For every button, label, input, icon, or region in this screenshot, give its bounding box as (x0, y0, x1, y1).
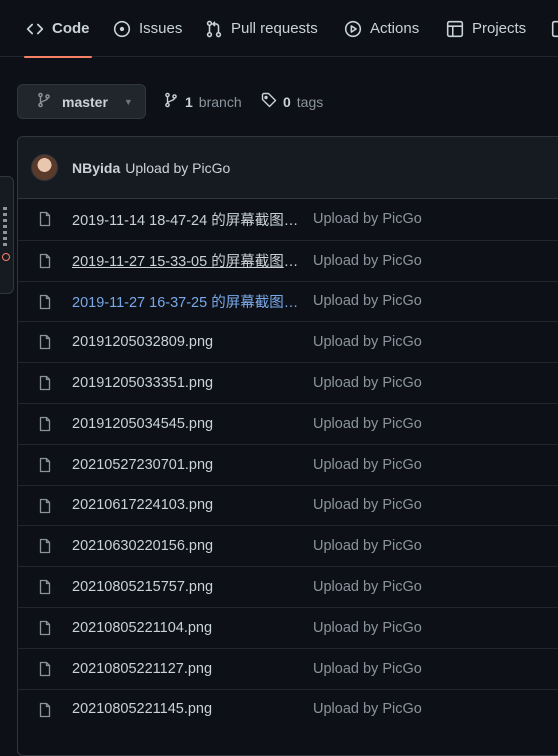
file-row[interactable]: 20210630220156.png Upload by PicGo (18, 525, 558, 566)
tag-label: tags (296, 93, 324, 110)
file-row[interactable]: 20210527230701.png Upload by PicGo (18, 443, 558, 485)
tags-link[interactable]: 0 tags (261, 84, 323, 119)
file-name-link[interactable]: 2019-11-27 15-33-05 的屏幕截图.png (72, 250, 300, 271)
tag-count: 0 (283, 93, 291, 110)
tab-code[interactable]: Code (24, 0, 91, 58)
file-name-link[interactable]: 2019-11-27 16-37-25 的屏幕截图.png (72, 291, 300, 312)
grip-icon (3, 207, 7, 247)
file-name-link[interactable]: 20210527230701.png (72, 457, 300, 473)
git-branch-icon (36, 92, 52, 111)
file-name-link[interactable]: 20210617224103.png (72, 497, 300, 513)
tab-actions[interactable]: Actions (344, 0, 419, 57)
git-pull-request-icon (205, 20, 223, 38)
file-name-link[interactable]: 20210805215757.png (72, 579, 300, 595)
branch-select-button[interactable]: master ▼ (17, 84, 146, 119)
file-row[interactable]: 20191205032809.png Upload by PicGo (18, 321, 558, 362)
tab-projects[interactable]: Projects (446, 0, 526, 57)
file-row[interactable]: 20191205033351.png Upload by PicGo (18, 362, 558, 403)
file-icon (37, 375, 53, 391)
file-commit-message-link[interactable]: Upload by PicGo (313, 211, 422, 227)
file-icon (37, 498, 53, 514)
branch-label: branch (198, 93, 242, 110)
tab-label: Projects (472, 20, 527, 37)
file-name-link[interactable]: 2019-11-14 18-47-24 的屏幕截图.png (72, 209, 300, 230)
file-name-link[interactable]: 20210630220156.png (72, 538, 300, 554)
file-name-link[interactable]: 20210805221104.png (72, 620, 300, 636)
branches-link[interactable]: 1 branch (163, 84, 242, 119)
file-icon (37, 661, 53, 677)
file-row[interactable]: 2019-11-27 15-33-05 的屏幕截图.png Upload by P… (18, 239, 558, 281)
file-name-link[interactable]: 20210805221145.png (72, 701, 300, 717)
tab-label: Pull requests (231, 20, 318, 37)
file-commit-message-link[interactable]: Upload by PicGo (313, 375, 422, 391)
file-commit-message-link[interactable]: Upload by PicGo (313, 538, 422, 554)
file-browser: NByida Upload by PicGo 2019-11-14 18-47-… (17, 136, 558, 756)
file-row[interactable]: 20210805221104.png Upload by PicGo (18, 606, 558, 648)
file-commit-message-link[interactable]: Upload by PicGo (313, 416, 422, 432)
file-commit-message-link[interactable]: Upload by PicGo (313, 293, 422, 309)
file-icon (37, 457, 53, 473)
status-dot-icon (2, 253, 10, 261)
file-icon (37, 294, 53, 310)
file-commit-message-link[interactable]: Upload by PicGo (313, 579, 422, 595)
file-icon (37, 253, 53, 269)
file-commit-message-link[interactable]: Upload by PicGo (313, 457, 422, 473)
file-commit-message-link[interactable]: Upload by PicGo (313, 701, 422, 717)
file-row[interactable]: 20210805215757.png Upload by PicGo (18, 566, 558, 607)
branch-name: master (62, 93, 108, 110)
file-row[interactable]: 20210617224103.png Upload by PicGo (18, 484, 558, 526)
tab-pull-requests[interactable]: Pull requests (205, 0, 318, 57)
tab-label: Code (52, 20, 90, 37)
file-row[interactable]: 20191205034545.png Upload by PicGo (18, 402, 558, 444)
file-name-link[interactable]: 20191205032809.png (72, 334, 300, 350)
tag-icon (261, 92, 277, 111)
file-name-link[interactable]: 20191205033351.png (72, 375, 300, 391)
file-icon (37, 579, 53, 595)
file-row[interactable]: 20210805221145.png Upload by PicGo (18, 688, 558, 730)
book-icon (551, 20, 558, 38)
file-name-link[interactable]: 20210805221127.png (72, 661, 300, 677)
file-row[interactable]: 20210805221127.png Upload by PicGo (18, 647, 558, 689)
file-commit-message-link[interactable]: Upload by PicGo (313, 620, 422, 636)
latest-commit-bar: NByida Upload by PicGo (18, 137, 558, 199)
branch-count: 1 (185, 93, 193, 110)
file-commit-message-link[interactable]: Upload by PicGo (313, 334, 422, 350)
issue-opened-icon (113, 20, 131, 38)
chevron-down-icon: ▼ (123, 96, 133, 107)
file-icon (37, 702, 53, 718)
git-branch-icon (163, 92, 179, 111)
file-icon (37, 334, 53, 350)
file-commit-message-link[interactable]: Upload by PicGo (313, 497, 422, 513)
avatar[interactable] (31, 154, 58, 181)
file-name-link[interactable]: 20191205034545.png (72, 416, 300, 432)
repo-nav-tabs: Code Issues Pull requests Actions Projec… (0, 0, 558, 58)
file-icon (37, 620, 53, 636)
play-icon (344, 20, 362, 38)
file-commit-message-link[interactable]: Upload by PicGo (313, 253, 422, 269)
code-icon (26, 20, 44, 38)
commit-author[interactable]: NByida (72, 160, 120, 176)
file-commit-message-link[interactable]: Upload by PicGo (313, 661, 422, 677)
tab-issues[interactable]: Issues (113, 0, 182, 57)
file-list: 2019-11-14 18-47-24 的屏幕截图.png Upload by P… (18, 199, 558, 729)
commit-message[interactable]: Upload by PicGo (125, 160, 230, 176)
file-row[interactable]: 2019-11-27 16-37-25 的屏幕截图.png Upload by P… (18, 280, 558, 322)
tab-label: Actions (370, 20, 420, 37)
tab-label: Issues (139, 20, 183, 37)
file-icon (37, 416, 53, 432)
side-floating-widget[interactable] (0, 176, 14, 294)
file-icon (37, 538, 53, 554)
file-row[interactable]: 2019-11-14 18-47-24 的屏幕截图.png Upload by P… (18, 199, 558, 240)
file-icon (37, 211, 53, 227)
table-icon (446, 20, 464, 38)
tab-overflow[interactable] (551, 0, 558, 57)
